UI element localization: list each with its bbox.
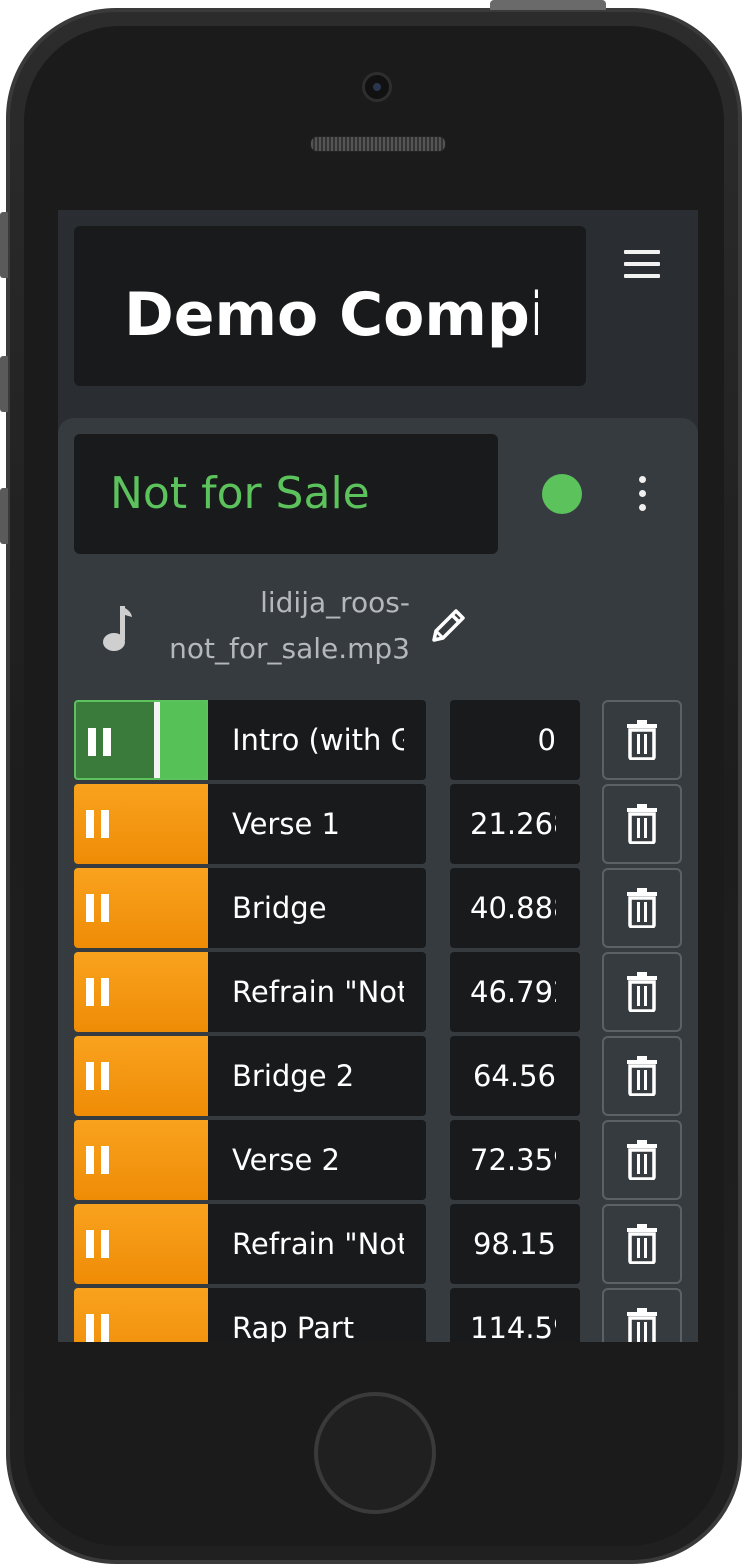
cue-time-field[interactable]: 46.792 <box>450 952 580 1032</box>
cue-row: Bridge 2 64.56 <box>74 1036 682 1116</box>
cue-time-field[interactable]: 98.15 <box>450 1204 580 1284</box>
cue-row: Refrain "Not for Sale" 98.15 <box>74 1204 682 1284</box>
cue-row: Refrain "Not for Sale" 46.792 <box>74 952 682 1032</box>
pause-icon <box>86 1062 110 1090</box>
cue-name: Refrain "Not for Sale" <box>232 975 404 1009</box>
pause-icon <box>88 728 112 756</box>
pause-icon <box>86 894 110 922</box>
compilation-title: Demo Compilation <box>124 280 538 350</box>
cue-play-button[interactable] <box>74 868 208 948</box>
track-title-box: Not for Sale <box>74 434 498 554</box>
delete-cue-button[interactable] <box>602 784 682 864</box>
cue-name-field[interactable]: Bridge 2 <box>208 1036 426 1116</box>
pause-icon <box>86 1314 110 1342</box>
cue-play-button[interactable] <box>74 1036 208 1116</box>
earpiece-speaker <box>310 136 446 152</box>
delete-cue-button[interactable] <box>602 952 682 1032</box>
delete-cue-button[interactable] <box>602 1036 682 1116</box>
cue-row: Verse 2 72.359 <box>74 1120 682 1200</box>
delete-cue-button[interactable] <box>602 1204 682 1284</box>
volume-up-button <box>0 356 8 412</box>
cue-time-field[interactable]: 72.359 <box>450 1120 580 1200</box>
cue-progress-fill <box>154 702 206 778</box>
delete-cue-button[interactable] <box>602 868 682 948</box>
cue-time-field[interactable]: 0 <box>450 700 580 780</box>
cue-row: Intro (with Guitar) 0 <box>74 700 682 780</box>
cue-name-field[interactable]: Rap Part <box>208 1288 426 1342</box>
pencil-icon[interactable] <box>428 604 470 646</box>
cue-name: Bridge <box>232 891 327 925</box>
pause-icon <box>86 1230 110 1258</box>
home-button[interactable] <box>314 1392 436 1514</box>
cue-time-field[interactable]: 40.888 <box>450 868 580 948</box>
cue-name: Verse 1 <box>232 807 340 841</box>
cue-time-field[interactable]: 64.56 <box>450 1036 580 1116</box>
cue-name-field[interactable]: Bridge <box>208 868 426 948</box>
compilation-title-box: Demo Compilation <box>74 226 586 386</box>
music-note-icon <box>103 606 132 651</box>
track-title: Not for Sale <box>110 468 370 519</box>
cue-time: 40.888 <box>470 891 556 925</box>
cue-name-field[interactable]: Verse 1 <box>208 784 426 864</box>
media-file-name: lidija_roos-not_for_sale.mp3 <box>169 586 410 665</box>
kebab-menu-icon[interactable] <box>628 474 656 514</box>
cue-name: Rap Part <box>232 1311 355 1342</box>
cue-time: 0 <box>537 723 556 757</box>
cue-name-field[interactable]: Refrain "Not for Sale" <box>208 952 426 1032</box>
cue-row: Verse 1 21.268 <box>74 784 682 864</box>
cue-play-button[interactable] <box>74 700 208 780</box>
cue-name-field[interactable]: Refrain "Not for Sale" <box>208 1204 426 1284</box>
cue-row: Bridge 40.888 <box>74 868 682 948</box>
hamburger-menu-icon[interactable] <box>614 248 662 284</box>
mute-switch <box>0 212 8 278</box>
cue-name: Refrain "Not for Sale" <box>232 1227 404 1261</box>
cue-time-field[interactable]: 21.268 <box>450 784 580 864</box>
cue-time: 98.15 <box>472 1227 556 1261</box>
cue-name: Intro (with Guitar) <box>232 723 404 757</box>
cue-name-field[interactable]: Intro (with Guitar) <box>208 700 426 780</box>
pause-icon <box>86 1146 110 1174</box>
cue-play-button[interactable] <box>74 1120 208 1200</box>
cue-play-button[interactable] <box>74 1288 208 1342</box>
delete-cue-button[interactable] <box>602 1120 682 1200</box>
app-screen: Demo Compilation Not for Sale lidija_roo… <box>58 210 698 1342</box>
front-camera <box>362 72 392 102</box>
cue-name-field[interactable]: Verse 2 <box>208 1120 426 1200</box>
media-file-row: lidija_roos-not_for_sale.mp3 <box>74 578 498 678</box>
cue-name: Verse 2 <box>232 1143 340 1177</box>
volume-down-button <box>0 488 8 544</box>
cue-time-field[interactable]: 114.59 <box>450 1288 580 1342</box>
cue-name: Bridge 2 <box>232 1059 355 1093</box>
cue-play-button[interactable] <box>74 952 208 1032</box>
cue-row: Rap Part 114.59 <box>74 1288 682 1342</box>
power-button <box>490 0 606 10</box>
delete-cue-button[interactable] <box>602 700 682 780</box>
cue-time: 72.359 <box>470 1143 556 1177</box>
cue-play-button[interactable] <box>74 1204 208 1284</box>
cue-time: 46.792 <box>470 975 556 1009</box>
cue-time: 114.59 <box>470 1311 556 1342</box>
track-status-indicator <box>542 474 582 514</box>
pause-icon <box>86 978 110 1006</box>
pause-icon <box>86 810 110 838</box>
cue-time: 64.56 <box>472 1059 556 1093</box>
cue-play-button[interactable] <box>74 784 208 864</box>
cue-time: 21.268 <box>470 807 556 841</box>
track-card: Not for Sale lidija_roos-not_for_sale.mp… <box>58 418 698 1342</box>
delete-cue-button[interactable] <box>602 1288 682 1342</box>
